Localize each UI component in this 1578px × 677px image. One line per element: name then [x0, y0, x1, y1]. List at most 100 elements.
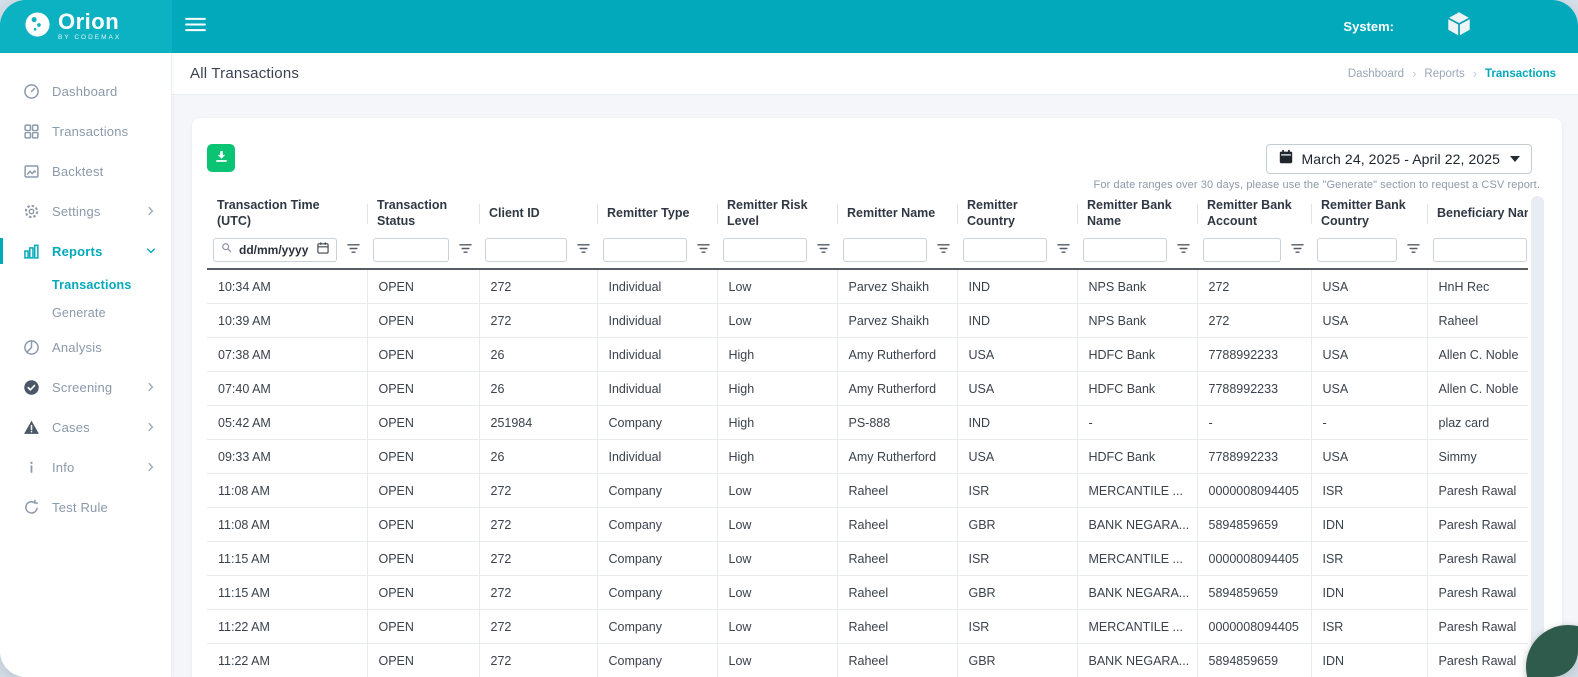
cell-remitter-bank-account: 5894859659 [1197, 576, 1311, 610]
filter-lines-icon [1176, 242, 1191, 258]
filter-button-transaction-time-utc[interactable] [346, 242, 361, 258]
cell-remitter-bank-account: 0000008094405 [1197, 610, 1311, 644]
cell-remitter-risk-level: Low [717, 610, 837, 644]
filter-button-remitter-bank-country[interactable] [1406, 242, 1421, 258]
filter-input-transaction-status[interactable] [380, 242, 442, 258]
table-row[interactable]: 11:22 AMOPEN272CompanyLowRaheelGBRBANK N… [207, 644, 1528, 677]
filter-input-remitter-risk-level[interactable] [730, 242, 800, 258]
table-row[interactable]: 11:08 AMOPEN272CompanyLowRaheelISRMERCAN… [207, 474, 1528, 508]
calendar-outline-icon[interactable] [316, 241, 330, 260]
filter-button-remitter-country[interactable] [1056, 242, 1071, 258]
table-row[interactable]: 05:42 AMOPEN251984CompanyHighPS-888IND--… [207, 406, 1528, 440]
cell-transaction-status: OPEN [367, 508, 479, 542]
cell-client-id: 272 [479, 644, 597, 677]
cell-remitter-bank-name: MERCANTILE ... [1077, 542, 1197, 576]
cell-remitter-risk-level: High [717, 406, 837, 440]
cell-beneficiary-name: HnH Rec [1427, 269, 1528, 304]
filter-input-remitter-country[interactable] [970, 242, 1040, 258]
table-scrollbar[interactable] [1531, 196, 1544, 677]
filter-button-remitter-name[interactable] [936, 242, 951, 258]
filter-button-remitter-bank-account[interactable] [1290, 242, 1305, 258]
table-row[interactable]: 09:33 AMOPEN26IndividualHighAmy Rutherfo… [207, 440, 1528, 474]
transactions-table: Transaction Time (UTC)Transaction Status… [207, 196, 1528, 677]
sidebar-item-reports[interactable]: Reports [0, 231, 171, 271]
column-header-transaction-time-utc: Transaction Time (UTC) [207, 196, 367, 232]
filter-input-remitter-name[interactable] [850, 242, 920, 258]
filter-input-remitter-bank-name[interactable] [1090, 242, 1160, 258]
cell-transaction-time-utc: 11:15 AM [207, 542, 367, 576]
date-range-picker[interactable]: March 24, 2025 - April 22, 2025 [1266, 144, 1532, 174]
system-selector[interactable] [1444, 9, 1474, 44]
cell-transaction-time-utc: 11:22 AM [207, 644, 367, 677]
cell-remitter-bank-country: ISR [1311, 610, 1427, 644]
cell-beneficiary-name: Paresh Rawal [1427, 576, 1528, 610]
cell-transaction-status: OPEN [367, 542, 479, 576]
filter-input-remitter-bank-account[interactable] [1210, 242, 1274, 258]
filter-input-remitter-type[interactable] [610, 242, 680, 258]
cell-client-id: 26 [479, 372, 597, 406]
sidebar-item-info[interactable]: Info [0, 447, 171, 487]
download-csv-button[interactable] [207, 144, 235, 172]
search-icon [220, 241, 233, 259]
filter-field-remitter-name [843, 238, 927, 262]
content-area: March 24, 2025 - April 22, 2025 For date… [172, 95, 1578, 677]
cell-remitter-bank-account: 5894859659 [1197, 644, 1311, 677]
cell-beneficiary-name: Paresh Rawal [1427, 542, 1528, 576]
filter-button-remitter-bank-name[interactable] [1176, 242, 1191, 258]
cell-beneficiary-name: Paresh Rawal [1427, 644, 1528, 677]
cell-transaction-status: OPEN [367, 338, 479, 372]
sidebar-item-backtest[interactable]: Backtest [0, 151, 171, 191]
sidebar-item-test-rule[interactable]: Test Rule [0, 487, 171, 527]
table-row[interactable]: 11:22 AMOPEN272CompanyLowRaheelISRMERCAN… [207, 610, 1528, 644]
breadcrumb-item-dashboard[interactable]: Dashboard [1348, 68, 1404, 80]
csv-note: For date ranges over 30 days, please use… [1094, 179, 1540, 191]
table-row[interactable]: 11:15 AMOPEN272CompanyLowRaheelISRMERCAN… [207, 542, 1528, 576]
cell-remitter-bank-name: BANK NEGARA... [1077, 508, 1197, 542]
table-row[interactable]: 10:34 AMOPEN272IndividualLowParvez Shaik… [207, 269, 1528, 304]
sidebar-item-label: Backtest [52, 164, 103, 179]
table-row[interactable]: 10:39 AMOPEN272IndividualLowParvez Shaik… [207, 304, 1528, 338]
table-row[interactable]: 11:08 AMOPEN272CompanyLowRaheelGBRBANK N… [207, 508, 1528, 542]
menu-toggle-button[interactable] [185, 17, 206, 37]
date-filter-input[interactable] [237, 242, 312, 258]
chevron-right-icon [145, 421, 157, 433]
card-toolbar: March 24, 2025 - April 22, 2025 For date… [192, 118, 1562, 191]
filter-input-client-id[interactable] [492, 242, 560, 258]
cell-transaction-time-utc: 11:08 AM [207, 474, 367, 508]
cell-remitter-type: Company [597, 576, 717, 610]
filter-button-remitter-type[interactable] [696, 242, 711, 258]
cell-remitter-name: Amy Rutherford [837, 338, 957, 372]
sidebar-item-label: Settings [52, 204, 101, 219]
breadcrumb-item-transactions[interactable]: Transactions [1485, 68, 1556, 80]
orion-logo[interactable]: Orion by CODEMAX [0, 0, 172, 53]
filter-button-client-id[interactable] [576, 242, 591, 258]
sidebar-item-transactions[interactable]: Transactions [0, 111, 171, 151]
sidebar-item-screening[interactable]: Screening [0, 367, 171, 407]
filter-button-remitter-risk-level[interactable] [816, 242, 831, 258]
filter-button-transaction-status[interactable] [458, 242, 473, 258]
sidebar-item-analysis[interactable]: Analysis [0, 327, 171, 367]
cell-remitter-bank-country: USA [1311, 372, 1427, 406]
cell-beneficiary-name: Paresh Rawal [1427, 508, 1528, 542]
sidebar-subitem-generate[interactable]: Generate [0, 299, 171, 327]
column-header-remitter-risk-level: Remitter Risk Level [717, 196, 837, 232]
breadcrumb-item-reports[interactable]: Reports [1424, 68, 1464, 80]
sidebar-subitem-transactions[interactable]: Transactions [0, 271, 171, 299]
table-row[interactable]: 07:40 AMOPEN26IndividualHighAmy Rutherfo… [207, 372, 1528, 406]
cell-remitter-type: Individual [597, 338, 717, 372]
sidebar-item-label: Analysis [52, 340, 102, 355]
sidebar-item-cases[interactable]: Cases [0, 407, 171, 447]
sidebar-item-label: Dashboard [52, 84, 117, 99]
filter-input-beneficiary-name[interactable] [1440, 242, 1520, 258]
cell-transaction-status: OPEN [367, 474, 479, 508]
sidebar-item-settings[interactable]: Settings [0, 191, 171, 231]
table-row[interactable]: 11:15 AMOPEN272CompanyLowRaheelGBRBANK N… [207, 576, 1528, 610]
cell-remitter-bank-account: 7788992233 [1197, 338, 1311, 372]
cell-remitter-bank-country: ISR [1311, 474, 1427, 508]
sidebar-item-label: Info [52, 460, 74, 475]
filter-input-remitter-bank-country[interactable] [1324, 242, 1390, 258]
table-row[interactable]: 07:38 AMOPEN26IndividualHighAmy Rutherfo… [207, 338, 1528, 372]
filter-lines-icon [1406, 242, 1421, 258]
column-header-remitter-bank-account: Remitter Bank Account [1197, 196, 1311, 232]
sidebar-item-dashboard[interactable]: Dashboard [0, 71, 171, 111]
